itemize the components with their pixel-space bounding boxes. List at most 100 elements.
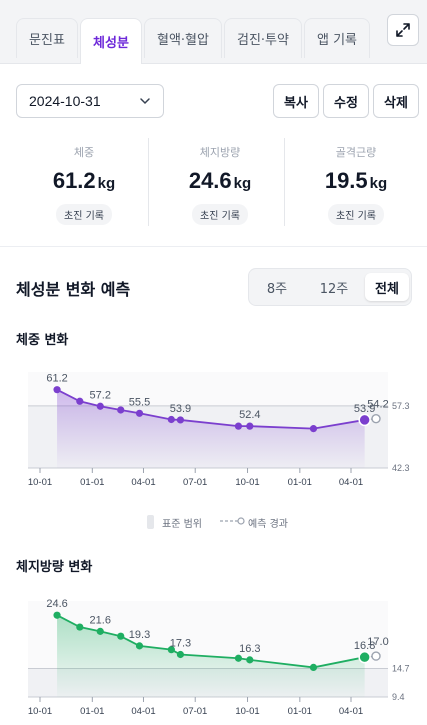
metric-value: 24.6	[188, 168, 232, 193]
data-point	[234, 422, 243, 430]
copy-button[interactable]: 복사	[273, 84, 319, 118]
x-tick-label: 07-01	[183, 706, 207, 717]
metric-badge: 초진 기록	[56, 204, 112, 225]
current-point	[358, 413, 371, 427]
prediction-title: 체성분 변화 예측	[16, 280, 131, 299]
reference-label: 57.3	[392, 401, 410, 411]
tab-label: 문진표	[29, 33, 65, 48]
data-label: 61.2	[46, 373, 67, 385]
x-tick-label: 07-01	[183, 477, 207, 488]
delete-label: 삭제	[384, 95, 408, 111]
period-label: 전체	[375, 281, 399, 297]
tab-body-composition[interactable]: 체성분	[80, 18, 142, 64]
delete-button[interactable]: 삭제	[373, 84, 419, 118]
reference-label: 14.7	[392, 663, 410, 673]
x-tick-label: 01-01	[80, 706, 104, 717]
metric-unit: kg	[233, 175, 252, 192]
data-point	[246, 656, 254, 664]
x-tick-label: 10-01	[28, 477, 52, 488]
metric-divider	[148, 138, 149, 226]
edit-label: 수정	[334, 95, 358, 111]
data-label: 52.4	[239, 409, 260, 421]
x-tick-label: 10-01	[235, 706, 259, 717]
x-tick-label: 04-01	[339, 706, 363, 717]
tab-label: 앱 기록	[316, 33, 357, 48]
data-point	[53, 611, 61, 619]
body-fat-chart: 14.7 9.4 10-01 01-01 04-01 07-01 10-01 01-01 04-…	[28, 598, 410, 717]
body-fat-chart-title: 체지방량 변화	[16, 560, 93, 575]
metric-label: 체지방량	[199, 146, 241, 159]
metric-skeletal-muscle: 골격근량 19.5 kg 초진 기록	[288, 138, 424, 230]
metric-unit: kg	[97, 175, 116, 192]
metric-value-row: 24.6 kg	[152, 168, 288, 194]
tab-label: 혈액·혈압	[157, 33, 209, 48]
data-point	[167, 415, 175, 424]
current-point	[358, 650, 371, 664]
chart-legend: 표준 범위 예측 경과	[0, 512, 427, 532]
x-tick-label: 04-01	[339, 477, 363, 488]
expand-button[interactable]	[387, 14, 419, 46]
period-8w-button[interactable]: 8주	[255, 273, 299, 301]
data-point	[117, 632, 125, 640]
metric-body-fat: 체지방량 24.6 kg 초진 기록	[152, 138, 288, 230]
tab-label: 검진·투약	[237, 33, 289, 48]
metric-value-row: 61.2 kg	[16, 168, 152, 194]
metric-label: 체중	[73, 146, 95, 159]
tab-blood-pressure[interactable]: 혈액·혈압	[144, 18, 222, 58]
data-point	[234, 654, 243, 662]
date-value: 2024-10-31	[29, 93, 101, 109]
data-label: 17.3	[170, 637, 191, 649]
copy-label: 복사	[284, 95, 308, 111]
standard-range-label: 표준 범위	[162, 519, 202, 530]
data-point	[135, 409, 144, 417]
metric-divider	[284, 138, 285, 226]
data-label: 53.9	[170, 403, 191, 415]
x-tick-label: 01-01	[80, 477, 104, 488]
x-tick-label: 04-01	[131, 477, 155, 488]
metric-unit: kg	[369, 175, 388, 192]
metric-weight: 체중 61.2 kg 초진 기록	[16, 138, 152, 230]
tab-label: 체성분	[93, 36, 129, 51]
x-tick-label: 10-01	[28, 706, 52, 717]
edit-button[interactable]: 수정	[323, 84, 369, 118]
period-all-button[interactable]: 전체	[365, 273, 409, 301]
data-point	[96, 627, 104, 635]
forecast-line-icon	[220, 517, 245, 525]
x-tick-label: 04-01	[131, 706, 155, 717]
tab-questionnaire[interactable]: 문진표	[16, 18, 78, 58]
tab-checkup-medication[interactable]: 검진·투약	[224, 18, 302, 58]
weight-chart-title: 체중 변화	[16, 333, 69, 348]
forecast-label: 예측 경과	[248, 519, 288, 530]
period-label: 8주	[266, 281, 288, 297]
period-12w-button[interactable]: 12주	[309, 273, 359, 301]
date-select[interactable]: 2024-10-31	[16, 84, 164, 118]
chevron-down-icon	[140, 98, 150, 105]
forecast-point	[371, 651, 381, 661]
x-tick-label: 01-01	[288, 477, 312, 488]
data-label: 16.3	[239, 643, 260, 655]
data-point	[246, 422, 254, 430]
data-point	[309, 425, 318, 433]
standard-range-swatch	[147, 515, 154, 529]
data-point	[117, 406, 125, 414]
data-point	[96, 402, 104, 410]
data-label: 57.2	[90, 389, 111, 401]
x-tick-label: 01-01	[288, 706, 312, 717]
metric-value-row: 19.5 kg	[288, 168, 424, 194]
reference-label: 9.4	[392, 692, 405, 702]
tab-bar: 문진표 체성분 혈액·혈압 검진·투약 앱 기록	[0, 0, 427, 64]
metric-value: 19.5	[324, 168, 368, 193]
data-point	[76, 397, 84, 405]
period-toggle: 8주 12주 전체	[248, 268, 412, 306]
forecast-data-label: 17.0	[367, 636, 388, 648]
section-divider	[0, 246, 427, 247]
data-label: 21.6	[90, 614, 111, 626]
data-label: 55.5	[129, 396, 150, 408]
metric-value: 61.2	[52, 168, 96, 193]
metric-badge: 초진 기록	[192, 204, 248, 225]
data-label: 19.3	[129, 629, 150, 641]
period-label: 12주	[319, 281, 349, 297]
forecast-point	[371, 413, 381, 424]
tab-app-records[interactable]: 앱 기록	[304, 18, 370, 58]
data-point	[53, 386, 61, 394]
